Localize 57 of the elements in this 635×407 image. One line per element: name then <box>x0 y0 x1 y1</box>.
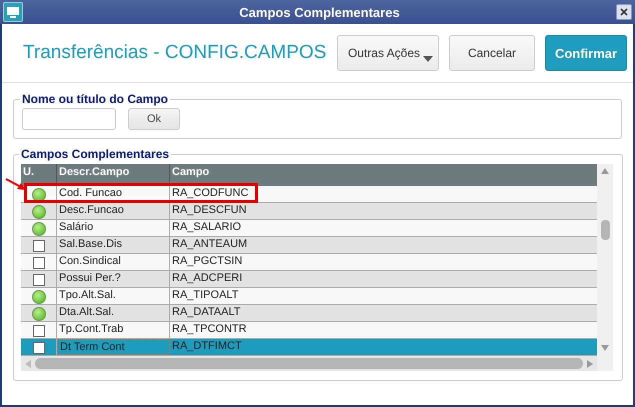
page-title: Transferências - CONFIG.CAMPOS <box>23 42 328 64</box>
table-cell-text: RA_ADCPERI <box>171 271 244 286</box>
table-cell-text: RA_DESCFUN <box>171 203 248 218</box>
monitor-icon <box>3 2 23 22</box>
group-title: Campos Complementares <box>20 147 170 161</box>
ok-button[interactable]: Ok <box>128 108 180 130</box>
table-row[interactable]: Tpo.Alt.Sal. RA_TIPOALT <box>21 288 597 305</box>
scroll-thumb[interactable] <box>600 220 610 240</box>
cancel-button[interactable]: Cancelar <box>448 35 535 71</box>
table-row[interactable]: Tp.Cont.Trab RA_TPCONTR <box>21 322 597 339</box>
table-cell-text: RA_ANTEAUM <box>171 237 248 252</box>
checkbox[interactable] <box>32 324 44 336</box>
search-field[interactable] <box>22 108 116 130</box>
menu-button[interactable]: Outras Ações <box>336 35 439 71</box>
close-icon <box>620 8 628 16</box>
table-cell: Tpo.Alt.Sal. <box>57 288 170 304</box>
group-title: Nome ou título do Campo <box>21 92 169 106</box>
table-cell: Tp.Cont.Trab <box>57 322 170 338</box>
close-button[interactable] <box>616 4 632 20</box>
table-cell: Dt Term Cont <box>57 339 170 355</box>
table-row[interactable]: Cod. Funcao RA_CODFUNC <box>21 186 597 203</box>
table-cell: Con.Sindical <box>57 254 170 270</box>
table-cell: Possui Per.? <box>57 271 170 287</box>
arrow-icon <box>5 178 27 192</box>
table-cell-text: RA_DTFIMCT <box>171 339 243 354</box>
scroll-right-icon[interactable] <box>587 360 593 368</box>
scroll-down-icon[interactable] <box>601 345 609 351</box>
scroll-thumb[interactable] <box>35 358 583 369</box>
table-row[interactable]: Desc.Funcao RA_DESCFUN <box>21 203 597 220</box>
table-cell: Dta.Alt.Sal. <box>57 305 170 321</box>
checkbox[interactable] <box>32 342 44 354</box>
window-title: Campos Complementares <box>238 4 401 20</box>
caret-icon <box>422 56 433 62</box>
table-row[interactable]: Dta.Alt.Sal. RA_DATAALT <box>21 305 597 322</box>
table-cell: Desc.Funcao <box>57 203 170 219</box>
table-cell-text: RA_PGCTSIN <box>171 254 244 269</box>
table-cell: Sal.Base.Dis <box>57 237 170 253</box>
table-row[interactable]: Sal.Base.Dis RA_ANTEAUM <box>21 237 597 254</box>
checkbox[interactable] <box>32 274 44 286</box>
table-cell: Salário <box>57 220 170 236</box>
table-cell-text: RA_SALARIO <box>171 220 242 235</box>
table-cell-text: RA_TIPOALT <box>171 288 240 303</box>
table-cell-text: RA_TPCONTR <box>171 322 248 337</box>
table-cell: Cod. Funcao <box>57 186 170 202</box>
table-cell-text: RA_DATAALT <box>171 305 242 320</box>
checkbox[interactable] <box>32 256 44 268</box>
scroll-up-icon[interactable] <box>601 168 609 174</box>
table-row[interactable]: Possui Per.? RA_ADCPERI <box>21 271 597 288</box>
table-cell-text: RA_CODFUNC <box>171 186 250 201</box>
horizontal-scrollbar[interactable] <box>21 356 597 371</box>
table-row[interactable]: Salário RA_SALARIO <box>21 220 597 237</box>
table-row[interactable]: Con.Sindical RA_PGCTSIN <box>21 254 597 271</box>
vertical-scrollbar[interactable] <box>597 164 613 371</box>
scroll-left-icon[interactable] <box>25 360 31 368</box>
table-row[interactable]: Dt Term Cont RA_DTFIMCT <box>21 339 597 356</box>
column-header[interactable]: Campo <box>170 164 597 186</box>
checkbox[interactable] <box>32 240 44 252</box>
